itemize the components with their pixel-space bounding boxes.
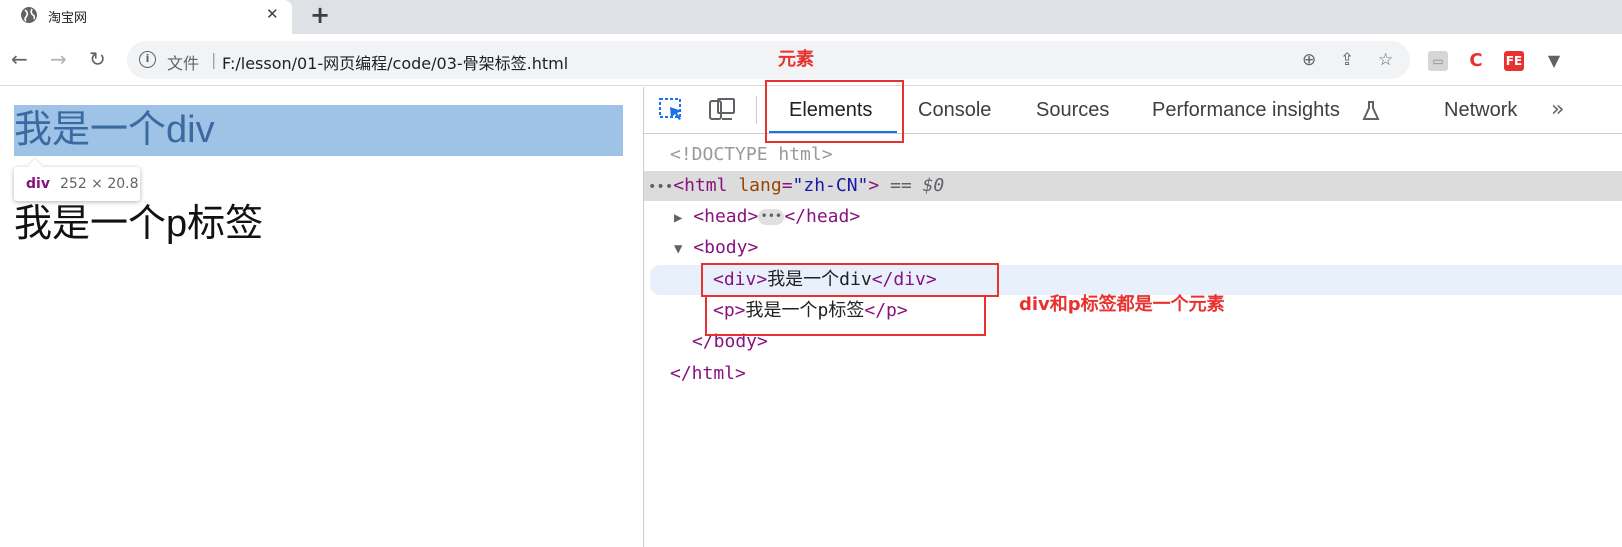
device-toolbar-icon[interactable] [708,97,736,123]
tab-network[interactable]: Network [1444,99,1517,122]
browser-tab[interactable]: 淘宝网 ✕ [0,0,292,34]
inspect-element-icon[interactable] [658,97,686,123]
head-open-tag: <head> [693,206,759,227]
address-bar[interactable]: i 文件 | F:/lesson/01-网页编程/code/03-骨架标签.ht… [127,41,1410,79]
html-close-tag: </html> [670,363,746,384]
close-tab-icon[interactable]: ✕ [266,5,279,23]
address-separator: | [211,50,217,69]
zoom-icon[interactable]: ⊕ [1302,50,1316,70]
file-label: 文件 [167,54,200,73]
dom-line-html[interactable]: •••<html lang="zh-CN"> == $0 [644,171,1622,201]
devtools-divider [756,96,757,124]
share-icon[interactable]: ⇪ [1340,50,1354,70]
globe-icon [21,7,37,23]
extension-c-icon[interactable]: C [1466,51,1486,71]
new-tab-button[interactable]: + [310,1,330,29]
more-tabs-icon[interactable]: » [1551,97,1564,122]
html-close-bracket: > [868,175,880,196]
collapsed-ellipsis-icon[interactable]: ••• [758,209,785,225]
dom-line-doctype[interactable]: <!DOCTYPE html> [644,140,1622,170]
annotation-div-p-note: div和p标签都是一个元素 [1019,294,1225,315]
lang-value: "zh-CN" [792,175,869,196]
tab-strip: 淘宝网 ✕ + [0,0,1622,34]
expand-triangle-icon[interactable]: ▶ [674,210,682,226]
page-viewport: 我是一个div div 252 × 20.8 我是一个p标签 [0,87,643,547]
head-close-tag: </head> [784,206,861,227]
annotation-div-box [701,263,999,297]
page-div-text: 我是一个div [14,109,215,151]
site-info-icon[interactable]: i [139,51,156,68]
bookmark-star-icon[interactable]: ☆ [1378,50,1393,70]
extension-fe-icon[interactable]: FE [1504,51,1524,71]
extension-download-icon[interactable]: ▭ [1428,51,1448,71]
node-actions-icon[interactable]: ••• [648,179,673,195]
tab-performance-insights[interactable]: Performance insights [1152,99,1340,122]
elements-tree: <!DOCTYPE html> •••<html lang="zh-CN"> =… [644,135,1622,547]
page-p-text: 我是一个p标签 [14,203,264,245]
tooltip-tag: div [26,176,50,192]
tooltip-dimensions: 252 × 20.8 [60,176,139,192]
tab-sources[interactable]: Sources [1036,99,1109,122]
extension-v-icon[interactable]: ▼ [1544,51,1564,71]
lang-attr: lang [738,175,782,196]
doctype-text: <!DOCTYPE html> [670,144,833,165]
annotation-p-box [705,295,986,336]
back-icon[interactable]: ← [11,47,28,71]
tab-console[interactable]: Console [918,99,991,122]
dom-line-body-open[interactable]: ▼ <body> [644,233,1622,263]
forward-icon[interactable]: → [50,47,67,71]
inspect-tooltip: div 252 × 20.8 [14,167,140,201]
annotation-elements-tab-box [765,80,904,143]
annotation-element-label: 元素 [778,49,814,70]
reload-icon[interactable]: ↻ [89,47,106,71]
tab-title: 淘宝网 [48,11,88,26]
body-open-tag: <body> [693,237,759,258]
dom-line-html-close[interactable]: </html> [644,359,1622,389]
url-text[interactable]: F:/lesson/01-网页编程/code/03-骨架标签.html [222,50,568,74]
selected-node-marker: == $0 [890,175,945,196]
collapse-triangle-icon[interactable]: ▼ [674,241,682,257]
flask-icon [1362,101,1380,120]
dom-line-head[interactable]: ▶ <head> ••• </head> [644,202,1622,232]
html-open-tag: <html [673,175,728,196]
